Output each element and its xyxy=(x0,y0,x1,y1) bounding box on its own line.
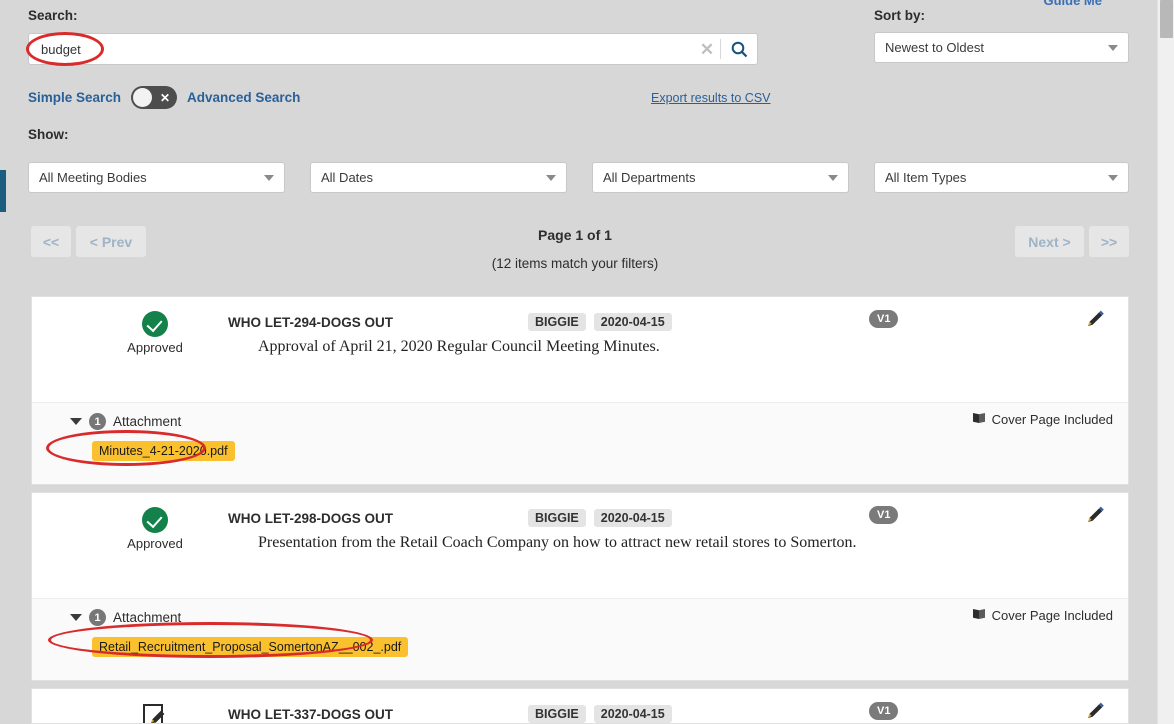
result-status xyxy=(100,703,210,723)
result-title[interactable]: WHO LET-337-DOGS OUT xyxy=(228,707,528,722)
filter-dates-value: All Dates xyxy=(321,170,374,185)
result-status: Approved xyxy=(100,311,210,355)
cover-page-indicator: Cover Page Included xyxy=(972,608,1113,623)
result-card-main: Approved WHO LET-298-DOGS OUT BIGGIE 202… xyxy=(32,493,1128,598)
attachment-file-link[interactable]: Minutes_4-21-2020.pdf xyxy=(92,441,235,461)
page-content: Guide Me Search: ✕ Simple Search ✕ Advan… xyxy=(0,0,1150,724)
chevron-down-icon xyxy=(1108,174,1118,181)
result-body-tag: BIGGIE xyxy=(528,705,586,723)
sort-by-select[interactable]: Newest to Oldest xyxy=(874,32,1129,63)
scrollbar-thumb[interactable] xyxy=(1160,0,1173,38)
chevron-down-icon xyxy=(546,174,556,181)
result-title-row: WHO LET-337-DOGS OUT BIGGIE 2020-04-15 xyxy=(228,705,1088,723)
result-card-main: Approved WHO LET-294-DOGS OUT BIGGIE 202… xyxy=(32,297,1128,402)
show-label: Show: xyxy=(28,127,69,142)
search-input[interactable] xyxy=(29,34,694,64)
result-body-tag: BIGGIE xyxy=(528,509,586,527)
page-scrollbar[interactable] xyxy=(1157,0,1174,724)
attachment-header[interactable]: 1 Attachment xyxy=(70,413,181,430)
book-icon xyxy=(972,608,986,623)
search-icon[interactable] xyxy=(721,34,757,64)
filter-item-types-select[interactable]: All Item Types xyxy=(874,162,1129,193)
attachment-file-link[interactable]: Retail_Recruitment_Proposal_SomertonAZ__… xyxy=(92,637,409,657)
filter-meeting-bodies-select[interactable]: All Meeting Bodies xyxy=(28,162,285,193)
toggle-knob xyxy=(133,88,153,107)
search-results-page: Guide Me Search: ✕ Simple Search ✕ Advan… xyxy=(0,0,1174,724)
result-attachment-section: 1 Attachment Minutes_4-21-2020.pdf Cover… xyxy=(32,402,1128,484)
simple-search-label[interactable]: Simple Search xyxy=(28,90,121,105)
cover-page-indicator: Cover Page Included xyxy=(972,412,1113,427)
filter-dates-select[interactable]: All Dates xyxy=(310,162,567,193)
pagination-last-button[interactable]: >> xyxy=(1089,226,1129,257)
search-label: Search: xyxy=(28,8,78,23)
result-card: WHO LET-337-DOGS OUT BIGGIE 2020-04-15 V… xyxy=(31,688,1129,724)
check-circle-icon xyxy=(142,311,168,337)
result-card-main: WHO LET-337-DOGS OUT BIGGIE 2020-04-15 V… xyxy=(32,689,1128,723)
attachment-count: 1 xyxy=(89,413,106,430)
filter-item-types-value: All Item Types xyxy=(885,170,967,185)
items-match-count: (12 items match your filters) xyxy=(491,256,659,271)
attachment-header[interactable]: 1 Attachment xyxy=(70,609,181,626)
result-body-tag: BIGGIE xyxy=(528,313,586,331)
guide-me-link[interactable]: Guide Me xyxy=(1043,0,1102,8)
result-date-tag: 2020-04-15 xyxy=(593,313,672,331)
export-csv-link[interactable]: Export results to CSV xyxy=(651,91,771,105)
pencil-icon[interactable] xyxy=(1084,700,1106,722)
attachment-label: Attachment xyxy=(113,414,182,429)
result-status-label: Approved xyxy=(127,340,183,355)
draft-page-pencil-icon xyxy=(141,703,169,723)
search-field-wrapper[interactable]: ✕ xyxy=(28,33,758,65)
page-indicator: Page 1 of 1 xyxy=(538,227,612,243)
sort-by-label: Sort by: xyxy=(874,8,926,23)
pencil-icon[interactable] xyxy=(1084,308,1106,330)
chevron-down-icon[interactable] xyxy=(70,418,82,425)
pagination-next-button[interactable]: Next > xyxy=(1015,226,1084,257)
result-attachment-section: 1 Attachment Retail_Recruitment_Proposal… xyxy=(32,598,1128,680)
advanced-search-toggle[interactable]: ✕ xyxy=(131,86,178,109)
result-title[interactable]: WHO LET-294-DOGS OUT xyxy=(228,315,528,330)
result-title[interactable]: WHO LET-298-DOGS OUT xyxy=(228,511,528,526)
chevron-down-icon xyxy=(1108,44,1118,51)
result-title-row: WHO LET-294-DOGS OUT BIGGIE 2020-04-15 xyxy=(228,313,1088,331)
search-mode-toggle-row: Simple Search ✕ Advanced Search xyxy=(28,86,300,109)
result-description: Approval of April 21, 2020 Regular Counc… xyxy=(258,338,660,355)
result-description: Presentation from the Retail Coach Compa… xyxy=(258,534,857,551)
advanced-search-label[interactable]: Advanced Search xyxy=(187,90,300,105)
result-version-badge: V1 xyxy=(869,310,899,329)
filter-departments-select[interactable]: All Departments xyxy=(592,162,849,193)
result-date-tag: 2020-04-15 xyxy=(593,705,672,723)
result-version-badge: V1 xyxy=(869,506,899,525)
result-version-badge: V1 xyxy=(869,702,899,721)
clear-search-icon[interactable]: ✕ xyxy=(694,41,720,58)
toggle-x-icon: ✕ xyxy=(159,90,171,105)
sort-by-value: Newest to Oldest xyxy=(885,40,984,55)
attachment-count: 1 xyxy=(89,609,106,626)
result-status: Approved xyxy=(100,507,210,551)
pencil-icon[interactable] xyxy=(1084,504,1106,526)
filter-departments-value: All Departments xyxy=(603,170,696,185)
result-card: Approved WHO LET-294-DOGS OUT BIGGIE 202… xyxy=(31,296,1129,485)
result-status-label: Approved xyxy=(127,536,183,551)
result-title-row: WHO LET-298-DOGS OUT BIGGIE 2020-04-15 xyxy=(228,509,1088,527)
chevron-down-icon[interactable] xyxy=(70,614,82,621)
chevron-down-icon xyxy=(828,174,838,181)
filter-meeting-bodies-value: All Meeting Bodies xyxy=(39,170,147,185)
cover-page-label: Cover Page Included xyxy=(991,608,1113,623)
book-icon xyxy=(972,412,986,427)
chevron-down-icon xyxy=(264,174,274,181)
check-circle-icon xyxy=(142,507,168,533)
cover-page-label: Cover Page Included xyxy=(991,412,1113,427)
attachment-label: Attachment xyxy=(113,610,182,625)
result-card: Approved WHO LET-298-DOGS OUT BIGGIE 202… xyxy=(31,492,1129,681)
result-date-tag: 2020-04-15 xyxy=(593,509,672,527)
